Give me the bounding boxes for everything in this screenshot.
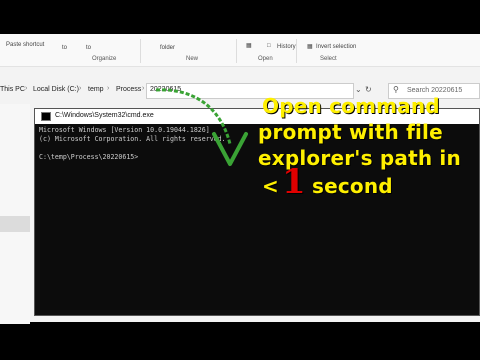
- ribbon: Paste shortcut to to folder ▦ □ History …: [0, 34, 480, 67]
- chevron-right-icon[interactable]: ›: [79, 85, 81, 92]
- chevron-down-icon[interactable]: ⌄: [355, 85, 362, 94]
- properties-icon[interactable]: ▦: [246, 42, 252, 49]
- new-folder-button[interactable]: folder: [160, 45, 175, 51]
- history-icon: □: [267, 43, 271, 49]
- search-placeholder: Search 20220615: [407, 87, 463, 94]
- group-new: New: [186, 56, 199, 62]
- caption-line-1: Open command: [262, 94, 440, 118]
- caption-line-2: prompt with file: [258, 120, 443, 144]
- chevron-right-icon[interactable]: ›: [25, 85, 27, 92]
- caption-less-than: <: [262, 174, 279, 198]
- group-select: Select: [320, 56, 337, 62]
- paste-shortcut-button[interactable]: Paste shortcut: [6, 42, 44, 48]
- move-to-button[interactable]: to: [62, 45, 67, 51]
- breadcrumb-this-pc[interactable]: This PC: [0, 86, 25, 93]
- copy-to-button[interactable]: to: [86, 45, 91, 51]
- group-organize: Organize: [92, 56, 117, 62]
- invert-selection-icon: ▦: [307, 44, 313, 50]
- refresh-icon[interactable]: ↻: [365, 85, 372, 94]
- caption-number: 1: [282, 162, 306, 202]
- search-icon: ⚲: [393, 85, 399, 94]
- cmd-prompt-line[interactable]: C:\temp\Process\20220615>: [39, 153, 138, 161]
- caption-second: second: [312, 174, 393, 198]
- ribbon-divider: [296, 39, 297, 63]
- navigation-pane: [0, 104, 30, 324]
- chevron-right-icon[interactable]: ›: [107, 85, 109, 92]
- ribbon-divider: [140, 39, 141, 63]
- breadcrumb-local-disk[interactable]: Local Disk (C:): [33, 86, 79, 93]
- breadcrumb-temp[interactable]: temp: [88, 86, 104, 93]
- nav-selected-item[interactable]: [0, 216, 30, 232]
- group-open: Open: [258, 56, 273, 62]
- cmd-app-icon: [41, 112, 51, 121]
- cmd-title: C:\Windows\System32\cmd.exe: [55, 112, 154, 119]
- curved-arrow-icon: [155, 88, 248, 166]
- invert-selection-button[interactable]: Invert selection: [316, 44, 356, 50]
- breadcrumb-process[interactable]: Process: [116, 86, 141, 93]
- chevron-right-icon[interactable]: ›: [142, 85, 144, 92]
- caption-line-4: < 1 second: [262, 162, 472, 204]
- ribbon-divider: [236, 39, 237, 63]
- history-button[interactable]: History: [277, 44, 296, 50]
